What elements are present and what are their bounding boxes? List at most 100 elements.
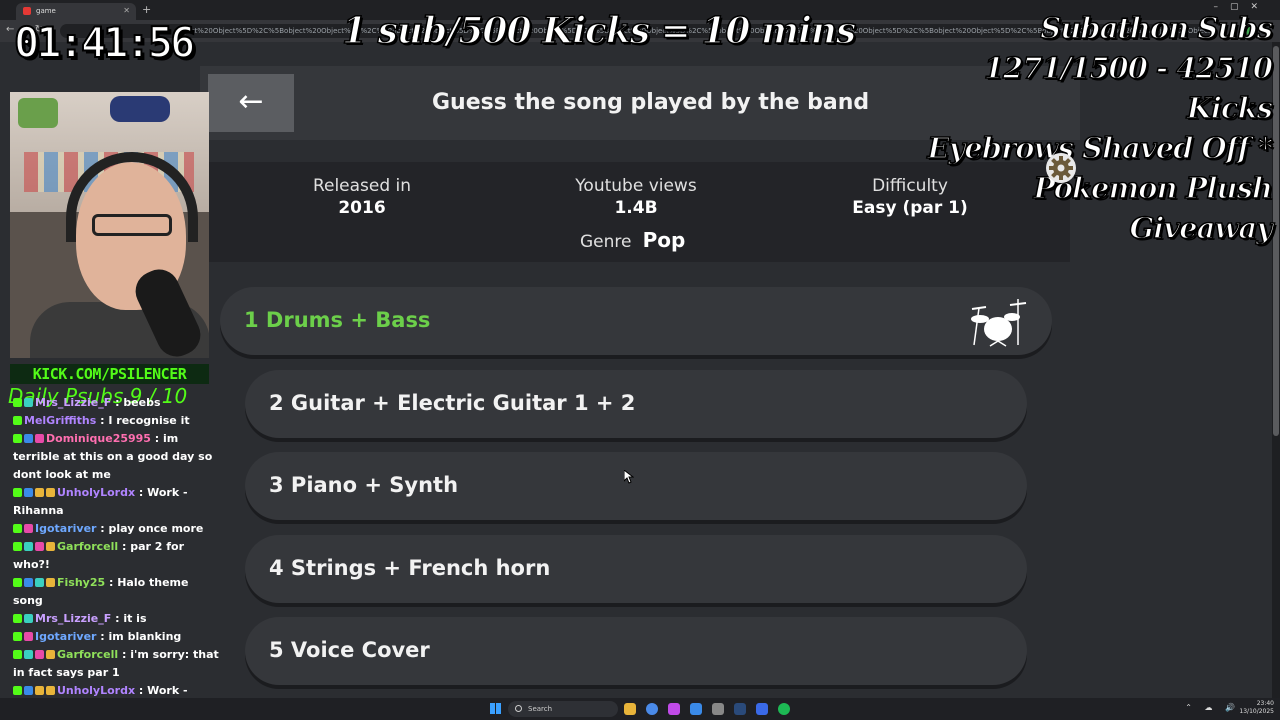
chat-badge-icon <box>46 542 55 551</box>
clock-time: 23:40 <box>1256 700 1274 707</box>
subathon-line: Subathon Subs <box>1040 10 1274 46</box>
chat-badge-icon <box>13 686 22 695</box>
search-placeholder: Search <box>528 705 553 713</box>
chat-badge-icon <box>13 614 22 623</box>
chat-message: Mrs_Lizzie_F : beebs <box>13 394 220 412</box>
track-option-5[interactable]: 5 Voice Cover <box>245 617 1027 685</box>
released-value: 2016 <box>338 198 386 218</box>
chat-username[interactable]: Garforcell <box>57 648 118 661</box>
scrollbar-thumb[interactable] <box>1273 46 1279 436</box>
track-label: 1 Drums + Bass <box>244 308 431 332</box>
app-icon[interactable] <box>756 703 768 715</box>
chat-message: Fishy25 : Halo theme song <box>13 574 189 607</box>
app-icon[interactable] <box>668 703 680 715</box>
chat-badges <box>13 628 35 646</box>
chat-badge-icon <box>24 524 33 533</box>
track-option-1[interactable]: 1 Drums + Bass <box>220 287 1052 355</box>
chat-username[interactable]: Garforcell <box>57 540 118 553</box>
track-option-2[interactable]: 2 Guitar + Electric Guitar 1 + 2 <box>245 370 1027 438</box>
chat-badge-icon <box>24 614 33 623</box>
webcam-feed <box>10 92 209 358</box>
kick-channel-url: KICK.COM/PSILENCER <box>10 364 209 384</box>
track-option-3[interactable]: 3 Piano + Synth <box>245 452 1027 520</box>
sub-rate-banner: 1 sub/500 Kicks = 10 mins <box>341 9 857 53</box>
subathon-line: Pokemon Plush Giveaway <box>1033 170 1274 246</box>
app-icon[interactable] <box>712 703 724 715</box>
chat-badge-icon <box>35 542 44 551</box>
chat-badge-icon <box>35 578 44 587</box>
chat-badges <box>13 484 57 502</box>
system-tray[interactable]: ⌃ ☁ 🔊 <box>1185 703 1240 712</box>
chat-text: im blanking <box>108 630 182 643</box>
chat-badge-icon <box>13 632 22 641</box>
chat-username[interactable]: MelGriffiths <box>24 414 96 427</box>
plush-toy <box>18 98 58 128</box>
views-value: 1.4B <box>614 198 658 218</box>
spotify-icon[interactable] <box>778 703 790 715</box>
app-icon[interactable] <box>690 703 702 715</box>
chat-feed: Mrs_Lizzie_F : beebs MelGriffiths : I rec… <box>8 394 220 714</box>
windows-taskbar: Search ⌃ ☁ 🔊 23:40 13/10/2025 <box>0 698 1280 720</box>
released-info: Released in 2016 <box>252 176 472 218</box>
views-info: Youtube views 1.4B <box>526 176 746 218</box>
chat-badges <box>13 646 57 664</box>
chat-username[interactable]: Igotariver <box>35 522 96 535</box>
favicon-icon <box>23 7 31 15</box>
chat-badge-icon <box>24 650 33 659</box>
chat-badge-icon <box>46 686 55 695</box>
page-title: Guess the song played by the band <box>432 90 870 115</box>
genre-info: Genre Pop <box>580 228 685 252</box>
chat-username[interactable]: Igotariver <box>35 630 96 643</box>
taskbar-search[interactable]: Search <box>508 701 618 717</box>
subathon-line: Eyebrows Shaved Off * <box>927 130 1274 166</box>
chat-badge-icon <box>13 650 22 659</box>
subathon-line: 1271/1500 - 42510 Kicks <box>983 50 1274 126</box>
views-label: Youtube views <box>575 176 697 196</box>
mouse-cursor-icon <box>624 470 634 484</box>
chat-username[interactable]: Mrs_Lizzie_F <box>35 612 111 625</box>
chat-username[interactable]: Dominique25995 <box>46 432 151 445</box>
chrome-icon[interactable] <box>646 703 658 715</box>
chat-badge-icon <box>35 488 44 497</box>
chat-text: it is <box>123 612 147 625</box>
glasses <box>92 214 172 236</box>
chat-message: Igotariver : im blanking <box>13 628 220 646</box>
chat-badge-icon <box>13 434 22 443</box>
chat-badge-icon <box>13 578 22 587</box>
tab-close-icon[interactable]: ✕ <box>123 6 130 15</box>
chat-username[interactable]: UnholyLordx <box>57 486 135 499</box>
chat-badges <box>13 520 35 538</box>
track-option-4[interactable]: 4 Strings + French horn <box>245 535 1027 603</box>
search-icon <box>515 705 522 712</box>
taskbar-clock[interactable]: 23:40 13/10/2025 <box>1239 700 1274 716</box>
chat-badges <box>13 538 57 556</box>
chat-username[interactable]: UnholyLordx <box>57 684 135 697</box>
chat-badges <box>13 610 35 628</box>
back-button[interactable]: ← <box>208 74 294 132</box>
chat-badge-icon <box>24 434 33 443</box>
windows-start-icon[interactable] <box>490 703 501 714</box>
stream-timer: 01:41:56 <box>13 17 196 68</box>
file-explorer-icon[interactable] <box>624 703 636 715</box>
chat-badge-icon <box>24 686 33 695</box>
new-tab-button[interactable]: + <box>142 3 151 16</box>
drum-kit-icon <box>971 299 1027 347</box>
chat-badges <box>13 412 24 430</box>
released-label: Released in <box>312 176 412 196</box>
chat-text: play once more <box>108 522 204 535</box>
chat-badge-icon <box>24 488 33 497</box>
gear-icon[interactable] <box>1045 152 1077 184</box>
chat-badge-icon <box>13 416 22 425</box>
chat-badges <box>13 574 57 592</box>
chat-username[interactable]: Mrs_Lizzie_F <box>35 396 111 409</box>
clock-date: 13/10/2025 <box>1239 708 1274 715</box>
track-label: 5 Voice Cover <box>269 638 430 662</box>
chat-username[interactable]: Fishy25 <box>57 576 105 589</box>
chat-message: Garforcell : par 2 for who?! <box>13 538 185 571</box>
steam-icon[interactable] <box>734 703 746 715</box>
page-scrollbar[interactable] <box>1272 42 1280 698</box>
chat-badge-icon <box>46 650 55 659</box>
chat-badges <box>13 394 35 412</box>
chat-badge-icon <box>35 650 44 659</box>
chat-badge-icon <box>24 632 33 641</box>
